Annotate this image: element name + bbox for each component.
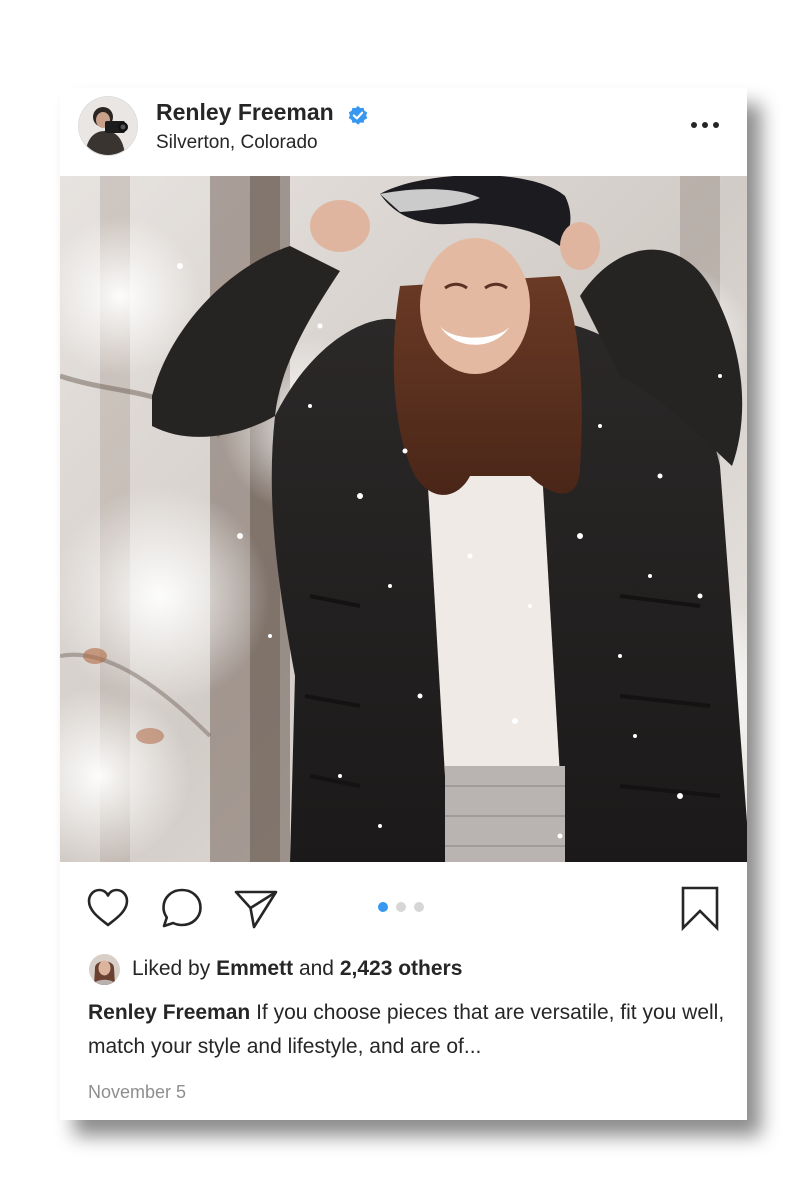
ellipsis-horizontal-icon[interactable] bbox=[685, 110, 725, 140]
caption-author[interactable]: Renley Freeman bbox=[88, 1001, 250, 1024]
paper-plane-icon[interactable] bbox=[232, 884, 280, 932]
author-avatar[interactable] bbox=[79, 97, 137, 155]
carousel-indicator bbox=[378, 902, 424, 914]
action-bar bbox=[60, 862, 747, 952]
carousel-dot-1[interactable] bbox=[378, 902, 388, 912]
post-date: November 5 bbox=[88, 1082, 187, 1102]
carousel-dot-2[interactable] bbox=[396, 902, 406, 912]
post-location[interactable]: Silverton, Colorado bbox=[156, 132, 318, 154]
carousel-dot-3[interactable] bbox=[414, 902, 424, 912]
author-name[interactable]: Renley Freeman bbox=[156, 99, 334, 126]
liker-username[interactable]: Emmett bbox=[216, 957, 293, 981]
likes-count[interactable]: 2,423 others bbox=[340, 957, 463, 981]
post-header: Renley Freeman Silverton, Colorado bbox=[60, 88, 747, 176]
comment-bubble-icon[interactable] bbox=[158, 884, 206, 932]
woman-in-snow-image bbox=[60, 176, 747, 862]
likes-prefix: Liked by bbox=[132, 957, 211, 980]
bookmark-icon[interactable] bbox=[676, 884, 724, 932]
likes-and: and bbox=[298, 957, 334, 980]
liker-avatar[interactable] bbox=[89, 953, 120, 985]
heart-icon[interactable] bbox=[84, 884, 132, 932]
post-card: Renley Freeman Silverton, Colorado Liked… bbox=[60, 88, 747, 1120]
verified-badge-icon bbox=[348, 105, 368, 125]
post-photo[interactable] bbox=[60, 176, 747, 862]
likes-summary: Liked by Emmett and 2,423 others bbox=[89, 952, 462, 986]
post-caption: Renley Freeman If you choose pieces that… bbox=[88, 996, 728, 1064]
